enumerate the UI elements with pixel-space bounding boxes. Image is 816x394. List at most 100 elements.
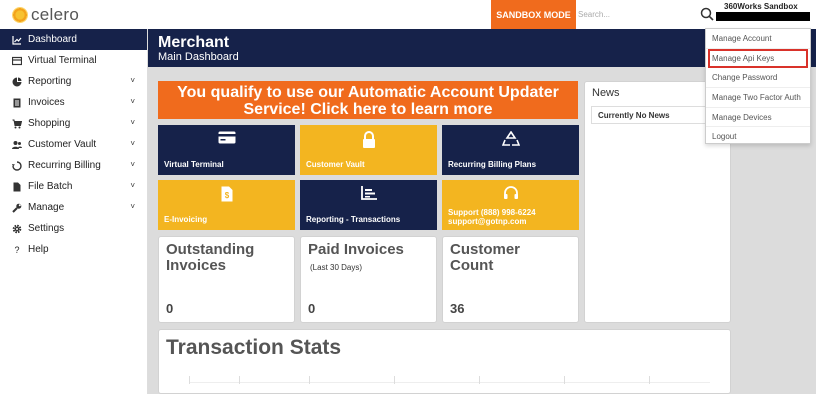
sidebar-item-recurring-billing[interactable]: Recurring Billing ˅ <box>0 155 147 176</box>
stat-paid-invoices[interactable]: Paid Invoices (Last 30 Days) 0 <box>300 236 437 323</box>
chevron-down-icon: ˅ <box>130 181 135 190</box>
lock-icon <box>362 131 375 148</box>
chevron-down-icon: ˅ <box>130 118 135 127</box>
menu-item-manage-devices[interactable]: Manage Devices <box>706 108 810 128</box>
sidebar-item-label: File Batch <box>28 181 73 192</box>
tile-recurring-billing-plans[interactable]: Recurring Billing Plans <box>442 125 579 175</box>
recycle-icon <box>12 160 22 171</box>
sidebar-item-label: Help <box>28 244 49 255</box>
news-title: News <box>592 87 620 99</box>
redacted-username <box>716 12 810 21</box>
tile-label: Recurring Billing Plans <box>448 160 537 169</box>
stat-title: Paid Invoices <box>308 241 404 258</box>
sidebar-item-label: Shopping <box>28 118 71 129</box>
tile-virtual-terminal[interactable]: Virtual Terminal <box>158 125 295 175</box>
stat-value: 0 <box>166 301 174 316</box>
sidebar-item-label: Reporting <box>28 76 72 87</box>
shopping-cart-icon <box>12 119 22 128</box>
tile-label: Customer Vault <box>306 160 365 169</box>
invoice-icon: $ <box>221 186 232 202</box>
chart-tick <box>394 376 395 384</box>
chevron-down-icon: ˅ <box>130 202 135 211</box>
page-title: Merchant <box>158 34 230 51</box>
search-icon[interactable] <box>700 7 714 21</box>
tile-label: Support (888) 998-6224 support@gotnp.com <box>448 208 536 226</box>
svg-text:$: $ <box>224 191 229 200</box>
gear-icon <box>12 224 22 233</box>
pie-chart-icon <box>12 77 22 86</box>
sidebar: Dashboard Virtual Terminal Reporting ˅ I… <box>0 29 148 394</box>
sidebar-item-manage[interactable]: Manage ˅ <box>0 197 147 218</box>
celero-logo[interactable]: celero <box>12 5 79 25</box>
sun-logo-icon <box>12 7 28 23</box>
tile-label: E-Invoicing <box>164 215 208 224</box>
stat-outstanding-invoices[interactable]: Outstanding Invoices 0 <box>158 236 295 323</box>
sidebar-item-virtual-terminal[interactable]: Virtual Terminal <box>0 50 147 71</box>
wrench-icon <box>12 203 22 213</box>
sidebar-item-label: Recurring Billing <box>28 160 101 171</box>
support-phone: Support (888) 998-6224 <box>448 208 536 217</box>
sidebar-item-customer-vault[interactable]: Customer Vault ˅ <box>0 134 147 155</box>
users-icon <box>12 140 22 149</box>
menu-item-manage-two-factor-auth[interactable]: Manage Two Factor Auth <box>706 88 810 108</box>
chart-tick <box>649 376 650 384</box>
tile-label: Reporting - Transactions <box>306 215 401 224</box>
chevron-down-icon: ˅ <box>130 160 135 169</box>
transaction-stats-title: Transaction Stats <box>166 336 342 359</box>
account-updater-banner[interactable]: You qualify to use our Automatic Account… <box>158 81 578 119</box>
chart-tick <box>239 376 240 384</box>
stat-title: Customer Count <box>450 241 521 274</box>
account-name[interactable]: 360Works Sandbox <box>724 2 798 11</box>
stat-subtitle: (Last 30 Days) <box>310 263 363 272</box>
chevron-down-icon: ˅ <box>130 76 135 85</box>
sidebar-item-invoices[interactable]: Invoices ˅ <box>0 92 147 113</box>
sidebar-item-label: Manage <box>28 202 65 213</box>
stat-customer-count[interactable]: Customer Count 36 <box>442 236 579 323</box>
chevron-down-icon: ˅ <box>130 139 135 148</box>
logo-text: celero <box>31 5 80 24</box>
search-input[interactable] <box>578 5 690 23</box>
chart-tick <box>479 376 480 384</box>
recycle-icon <box>501 131 520 146</box>
stat-title: Outstanding Invoices <box>166 241 255 274</box>
credit-card-icon <box>218 131 235 144</box>
chart-tick <box>309 376 310 384</box>
top-header: celero SANDBOX MODE 360Works Sandbox <box>0 0 816 29</box>
sidebar-item-file-batch[interactable]: File Batch ˅ <box>0 176 147 197</box>
chart-tick <box>564 376 565 384</box>
sidebar-item-dashboard[interactable]: Dashboard <box>0 29 147 50</box>
sidebar-item-label: Settings <box>28 223 65 234</box>
sandbox-mode-button[interactable]: SANDBOX MODE <box>491 0 576 29</box>
file-text-icon <box>13 98 21 107</box>
sidebar-item-reporting[interactable]: Reporting ˅ <box>0 71 147 92</box>
menu-item-manage-account[interactable]: Manage Account <box>706 29 810 49</box>
menu-item-logout[interactable]: Logout <box>706 127 810 147</box>
chart-tick <box>189 376 190 384</box>
chevron-down-icon: ˅ <box>130 97 135 106</box>
sidebar-item-settings[interactable]: Settings <box>0 218 147 239</box>
sidebar-item-help[interactable]: ? Help <box>0 239 147 260</box>
sidebar-item-label: Dashboard <box>28 34 77 45</box>
sidebar-item-label: Customer Vault <box>28 139 97 150</box>
tile-e-invoicing[interactable]: $ E-Invoicing <box>158 180 295 230</box>
sidebar-item-shopping[interactable]: Shopping ˅ <box>0 113 147 134</box>
menu-item-manage-api-keys[interactable]: Manage Api Keys <box>708 48 808 69</box>
terminal-icon <box>12 56 22 65</box>
transaction-stats-panel: Transaction Stats <box>158 329 731 394</box>
headset-icon <box>503 186 518 199</box>
tile-customer-vault[interactable]: Customer Vault <box>300 125 437 175</box>
page-subtitle: Main Dashboard <box>158 51 239 63</box>
account-dropdown-menu: Manage Account Manage Api Keys Change Pa… <box>705 28 811 144</box>
chart-line-icon <box>12 35 22 45</box>
sidebar-item-label: Invoices <box>28 97 65 108</box>
bar-chart-icon <box>360 186 377 200</box>
support-email[interactable]: support@gotnp.com <box>448 217 536 226</box>
chart-axis <box>189 382 710 383</box>
tile-support[interactable]: Support (888) 998-6224 support@gotnp.com <box>442 180 579 230</box>
sidebar-item-label: Virtual Terminal <box>28 55 97 66</box>
menu-item-change-password[interactable]: Change Password <box>706 68 810 89</box>
tile-reporting-transactions[interactable]: Reporting - Transactions <box>300 180 437 230</box>
stat-value: 0 <box>308 301 316 316</box>
tile-label: Virtual Terminal <box>164 160 224 169</box>
file-icon <box>13 182 21 191</box>
